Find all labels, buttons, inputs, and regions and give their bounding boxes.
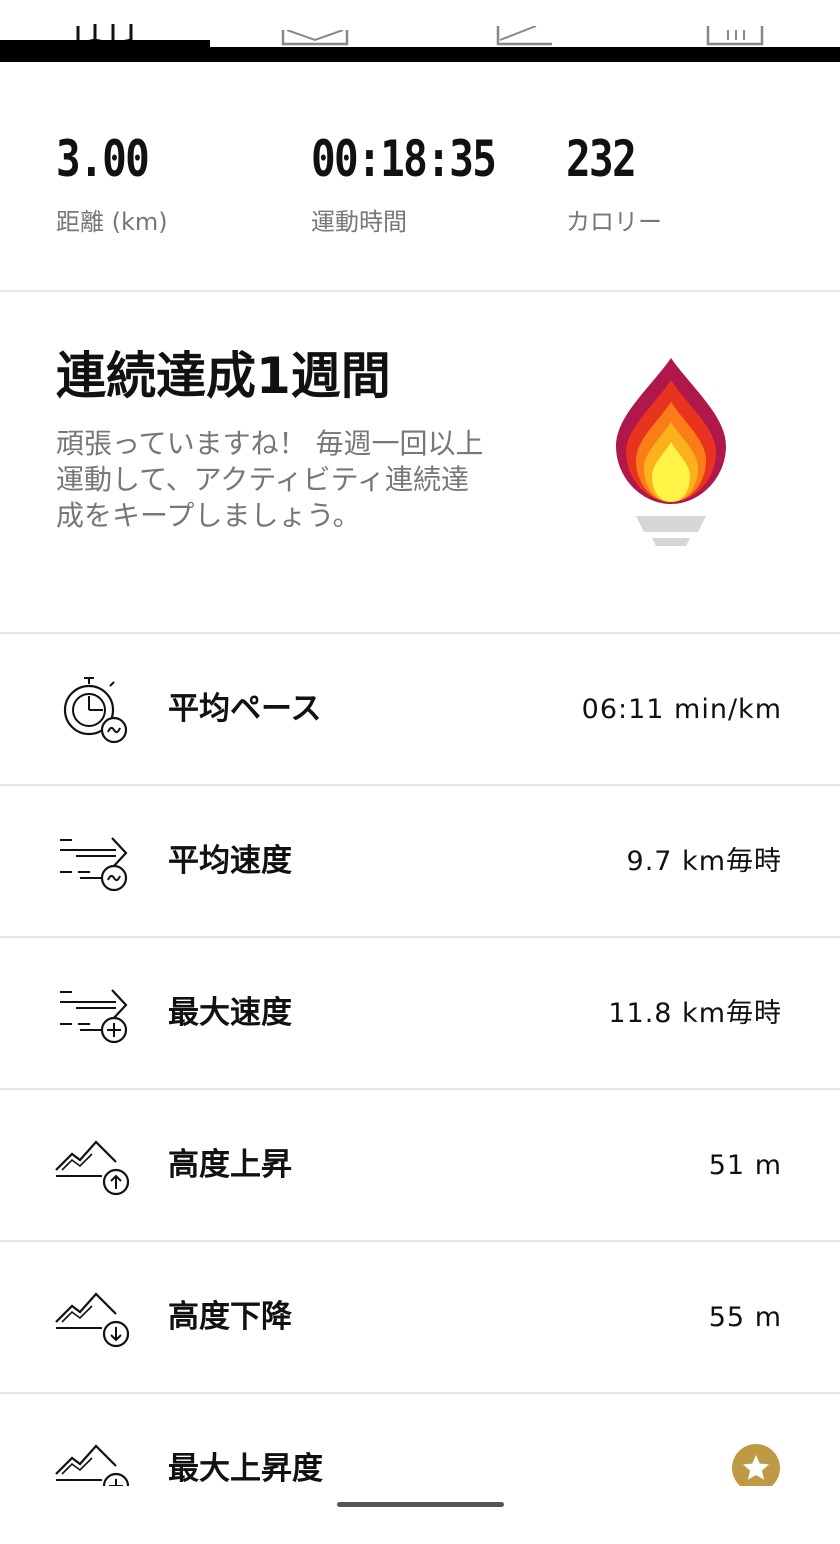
photo-icon bbox=[281, 30, 349, 46]
speed-max-icon bbox=[60, 989, 128, 1044]
metric-label: 高度上昇 bbox=[168, 1147, 292, 1183]
metric-label: 高度下降 bbox=[168, 1299, 292, 1335]
star-badge-icon bbox=[732, 1444, 780, 1492]
metric-value: 11.8 km毎時 bbox=[608, 998, 782, 1029]
stat-duration: 00:18:35 運動時間 bbox=[311, 130, 536, 237]
home-indicator[interactable] bbox=[337, 1502, 504, 1507]
metric-value: 51 m bbox=[708, 1150, 782, 1181]
metric-label: 平均速度 bbox=[168, 843, 292, 879]
duration-label: 運動時間 bbox=[311, 208, 407, 236]
metric-row-avg-speed[interactable]: 平均速度 9.7 km毎時 bbox=[0, 786, 840, 936]
streak-description: 頑張っていますね！ 毎週一回以上運動して、アクティビティ連続達成をキープしましょ… bbox=[56, 427, 484, 532]
elevation-up-icon bbox=[55, 1140, 130, 1196]
metric-row-elevation-gain[interactable]: 高度上昇 51 m bbox=[0, 1090, 840, 1240]
tab-bar-border bbox=[0, 47, 840, 62]
flame-torch-icon bbox=[616, 358, 726, 546]
stat-distance: 3.00 距離 (km) bbox=[56, 130, 168, 237]
streak-title: 連続達成1週間 bbox=[56, 347, 391, 405]
metric-row-elevation-loss[interactable]: 高度下降 55 m bbox=[0, 1242, 840, 1392]
laps-icon bbox=[706, 26, 764, 46]
tab-photos[interactable] bbox=[210, 0, 420, 46]
metric-row-max-speed[interactable]: 最大速度 11.8 km毎時 bbox=[0, 938, 840, 1088]
chart-icon bbox=[496, 26, 552, 46]
tab-charts[interactable] bbox=[420, 0, 630, 46]
stat-calories: 232 カロリー bbox=[566, 130, 662, 237]
distance-label: 距離 (km) bbox=[56, 208, 168, 236]
metric-label: 最大速度 bbox=[168, 995, 292, 1031]
metric-row-avg-pace[interactable]: 平均ペース 06:11 min/km bbox=[0, 634, 840, 784]
tab-laps[interactable] bbox=[630, 0, 840, 46]
stopwatch-avg-icon bbox=[63, 677, 128, 744]
duration-value: 00:18:35 bbox=[311, 130, 497, 188]
calories-value: 232 bbox=[566, 130, 637, 188]
active-tab-indicator bbox=[0, 40, 210, 47]
streak-card[interactable]: 連続達成1週間 頑張っていますね！ 毎週一回以上運動して、アクティビティ連続達成… bbox=[0, 292, 840, 632]
summary-stats: 3.00 距離 (km) 00:18:35 運動時間 232 カロリー bbox=[0, 62, 840, 290]
metric-value: 55 m bbox=[708, 1302, 782, 1333]
tab-bar bbox=[0, 0, 840, 62]
elevation-down-icon bbox=[55, 1292, 130, 1348]
metric-value: 06:11 min/km bbox=[581, 694, 782, 725]
calories-label: カロリー bbox=[566, 208, 662, 236]
speed-avg-icon bbox=[60, 837, 128, 892]
distance-value: 3.00 bbox=[56, 130, 150, 188]
metric-label: 平均ペース bbox=[168, 691, 322, 727]
metric-value: 9.7 km毎時 bbox=[626, 846, 782, 877]
